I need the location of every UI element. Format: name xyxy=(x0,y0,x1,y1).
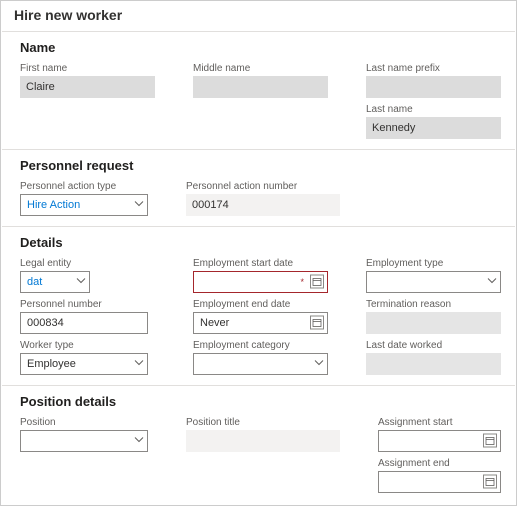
section-title-details: Details xyxy=(20,235,501,250)
worker-type-label: Worker type xyxy=(20,340,155,351)
end-date-input[interactable]: Never xyxy=(193,312,328,334)
action-type-select[interactable]: Hire Action xyxy=(20,194,148,216)
assignment-end-input[interactable] xyxy=(378,471,501,493)
middle-name-value xyxy=(193,76,328,98)
action-number-input[interactable] xyxy=(186,194,340,216)
page-title: Hire new worker xyxy=(2,7,515,31)
middle-name-label: Middle name xyxy=(193,63,328,74)
worker-type-value: Employee xyxy=(20,353,148,375)
assignment-end-value xyxy=(378,471,501,493)
worker-type-select[interactable]: Employee xyxy=(20,353,148,375)
section-title-personnel: Personnel request xyxy=(20,158,501,173)
action-number-label: Personnel action number xyxy=(186,181,340,192)
end-date-label: Employment end date xyxy=(193,299,328,310)
last-name-prefix-value xyxy=(366,76,501,98)
employment-type-value xyxy=(366,271,501,293)
section-title-position: Position details xyxy=(20,394,501,409)
assignment-start-label: Assignment start xyxy=(378,417,501,428)
assignment-end-label: Assignment end xyxy=(378,458,501,469)
section-name: Name First name Claire Middle name Last … xyxy=(2,31,515,149)
section-personnel: Personnel request Personnel action type … xyxy=(2,149,515,226)
action-type-value: Hire Action xyxy=(20,194,148,216)
start-date-label: Employment start date xyxy=(193,258,328,269)
position-title-label: Position title xyxy=(186,417,340,428)
termination-reason-label: Termination reason xyxy=(366,299,501,310)
legal-entity-select[interactable]: dat xyxy=(20,271,90,293)
action-type-label: Personnel action type xyxy=(20,181,148,192)
assignment-start-input[interactable] xyxy=(378,430,501,452)
start-date-value xyxy=(193,271,328,293)
last-name-label: Last name xyxy=(366,104,501,115)
position-label: Position xyxy=(20,417,148,428)
position-value xyxy=(20,430,148,452)
termination-reason-value xyxy=(366,312,501,334)
section-details: Details Legal entity dat Employment star… xyxy=(2,226,515,385)
position-title-input[interactable] xyxy=(186,430,340,452)
required-icon: * xyxy=(300,277,304,287)
employment-category-label: Employment category xyxy=(193,340,328,351)
start-date-input[interactable]: * xyxy=(193,271,328,293)
employment-category-value xyxy=(193,353,328,375)
section-title-name: Name xyxy=(20,40,501,55)
employment-type-label: Employment type xyxy=(366,258,501,269)
hire-worker-form: Hire new worker Name First name Claire M… xyxy=(0,0,517,506)
personnel-number-input[interactable]: 000834 xyxy=(20,312,148,334)
section-position: Position details Position Position title… xyxy=(2,385,515,503)
employment-category-select[interactable] xyxy=(193,353,328,375)
last-name-prefix-label: Last name prefix xyxy=(366,63,501,74)
end-date-value: Never xyxy=(193,312,328,334)
personnel-number-label: Personnel number xyxy=(20,299,155,310)
legal-entity-value: dat xyxy=(20,271,90,293)
first-name-label: First name xyxy=(20,63,155,74)
last-date-worked-label: Last date worked xyxy=(366,340,501,351)
employment-type-select[interactable] xyxy=(366,271,501,293)
position-select[interactable] xyxy=(20,430,148,452)
last-date-worked-value xyxy=(366,353,501,375)
assignment-start-value xyxy=(378,430,501,452)
legal-entity-label: Legal entity xyxy=(20,258,155,269)
last-name-value: Kennedy xyxy=(366,117,501,139)
personnel-number-value: 000834 xyxy=(20,312,148,334)
first-name-value: Claire xyxy=(20,76,155,98)
